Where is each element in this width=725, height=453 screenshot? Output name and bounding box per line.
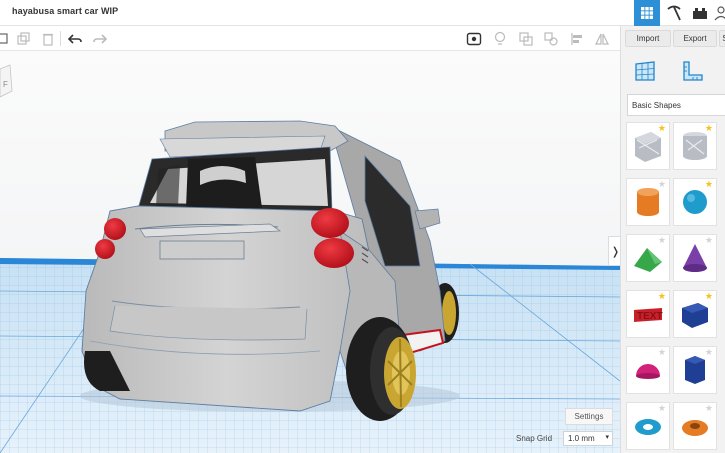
ruler-icon	[683, 61, 703, 81]
svg-text:F: F	[3, 80, 8, 89]
redo-button[interactable]	[91, 30, 109, 48]
favorite-star-icon[interactable]: ★	[658, 180, 666, 189]
shape-tile-sphere[interactable]: ★	[673, 178, 717, 226]
settings-button[interactable]: Settings	[565, 408, 613, 425]
title-bar: hayabusa smart car WIP	[0, 0, 725, 26]
edit-toolbar	[0, 26, 620, 51]
user-icon	[714, 6, 725, 21]
group-icon	[519, 32, 533, 46]
note-icon	[466, 32, 482, 46]
favorite-star-icon[interactable]: ★	[658, 292, 666, 301]
shape-tile-box[interactable]: ★	[673, 290, 717, 338]
light-icon	[494, 31, 506, 45]
align-button[interactable]	[568, 30, 586, 48]
chevron-right-icon: ❭	[610, 245, 621, 258]
snap-grid-value: 1.0 mm	[568, 434, 595, 443]
workplane-icon	[635, 61, 655, 81]
mirror-icon	[595, 33, 609, 45]
shape-tile-torus[interactable]: ★	[626, 402, 670, 450]
shape-tile-polygon[interactable]: ★	[673, 346, 717, 394]
group-button[interactable]	[517, 30, 535, 48]
svg-text:TEXT: TEXT	[637, 311, 663, 322]
copy-icon	[0, 33, 8, 44]
duplicate-icon	[17, 32, 30, 45]
shape-tile-text[interactable]: TEXT ★	[626, 290, 670, 338]
shape-tile-half-sphere[interactable]: ★	[626, 346, 670, 394]
bricks-view-button[interactable]	[687, 0, 713, 26]
favorite-star-icon[interactable]: ★	[658, 236, 666, 245]
snap-grid-select[interactable]: 1.0 mm ▾	[563, 431, 613, 446]
notes-button[interactable]	[465, 30, 483, 48]
3d-viewport[interactable]: F	[0, 51, 620, 453]
tail-light-right-upper	[311, 208, 349, 238]
send-to-button[interactable]: S	[719, 30, 725, 47]
snap-grid-label: Snap Grid	[516, 434, 553, 443]
tail-light-left-upper	[104, 218, 126, 240]
shape-tile-tube[interactable]: ★	[673, 402, 717, 450]
favorite-star-icon[interactable]: ★	[705, 348, 713, 357]
shape-tile-roof[interactable]: ★	[626, 234, 670, 282]
workplane-scene: F	[0, 51, 620, 453]
favorite-star-icon[interactable]: ★	[658, 348, 666, 357]
shapes-panel: Import Export S Basic Shapes ★ ★ ★ ★ ★ ★ TEXT ★…	[620, 26, 725, 453]
light-button[interactable]	[491, 30, 509, 48]
favorite-star-icon[interactable]: ★	[658, 404, 666, 413]
caret-down-icon: ▾	[605, 434, 609, 441]
undo-icon	[68, 34, 82, 44]
favorite-star-icon[interactable]: ★	[705, 124, 713, 133]
view-cube[interactable]: F	[0, 64, 13, 98]
redo-icon	[93, 34, 107, 44]
grid-view-button[interactable]	[634, 0, 660, 26]
bricks-icon	[693, 8, 707, 19]
favorite-star-icon[interactable]: ★	[705, 404, 713, 413]
delete-icon	[43, 33, 53, 46]
favorite-star-icon[interactable]: ★	[705, 236, 713, 245]
tail-light-right-lower	[314, 238, 354, 268]
favorite-star-icon[interactable]: ★	[705, 180, 713, 189]
ungroup-icon	[544, 32, 558, 46]
shape-tile-cylinder[interactable]: ★	[626, 178, 670, 226]
blocks-view-button[interactable]	[661, 0, 687, 26]
mirror-button[interactable]	[593, 30, 611, 48]
export-button[interactable]: Export	[673, 30, 717, 47]
design-title[interactable]: hayabusa smart car WIP	[12, 6, 118, 16]
shape-category-select[interactable]: Basic Shapes	[627, 94, 725, 116]
favorite-star-icon[interactable]: ★	[658, 124, 666, 133]
workplane-tool[interactable]	[629, 56, 661, 86]
delete-button[interactable]	[39, 30, 57, 48]
paste-button[interactable]	[15, 30, 33, 48]
account-button[interactable]	[712, 0, 725, 26]
ungroup-button[interactable]	[542, 30, 560, 48]
copy-button[interactable]	[0, 30, 12, 48]
ruler-tool[interactable]	[677, 56, 709, 86]
align-icon	[571, 33, 582, 45]
grid-view-icon	[641, 7, 653, 19]
favorite-star-icon[interactable]: ★	[705, 292, 713, 301]
undo-button[interactable]	[66, 30, 84, 48]
toolbar-divider	[60, 31, 61, 46]
shape-tile-cylinder-hole[interactable]: ★	[673, 122, 717, 170]
import-button[interactable]: Import	[625, 30, 671, 47]
tail-light-left-lower	[95, 239, 115, 259]
tinkercad-editor: hayabusa smart car WIP F ❭ Settings Snap…	[0, 0, 725, 453]
shape-tile-box-hole[interactable]: ★	[626, 122, 670, 170]
pickaxe-icon	[667, 5, 681, 21]
shape-tile-cone[interactable]: ★	[673, 234, 717, 282]
